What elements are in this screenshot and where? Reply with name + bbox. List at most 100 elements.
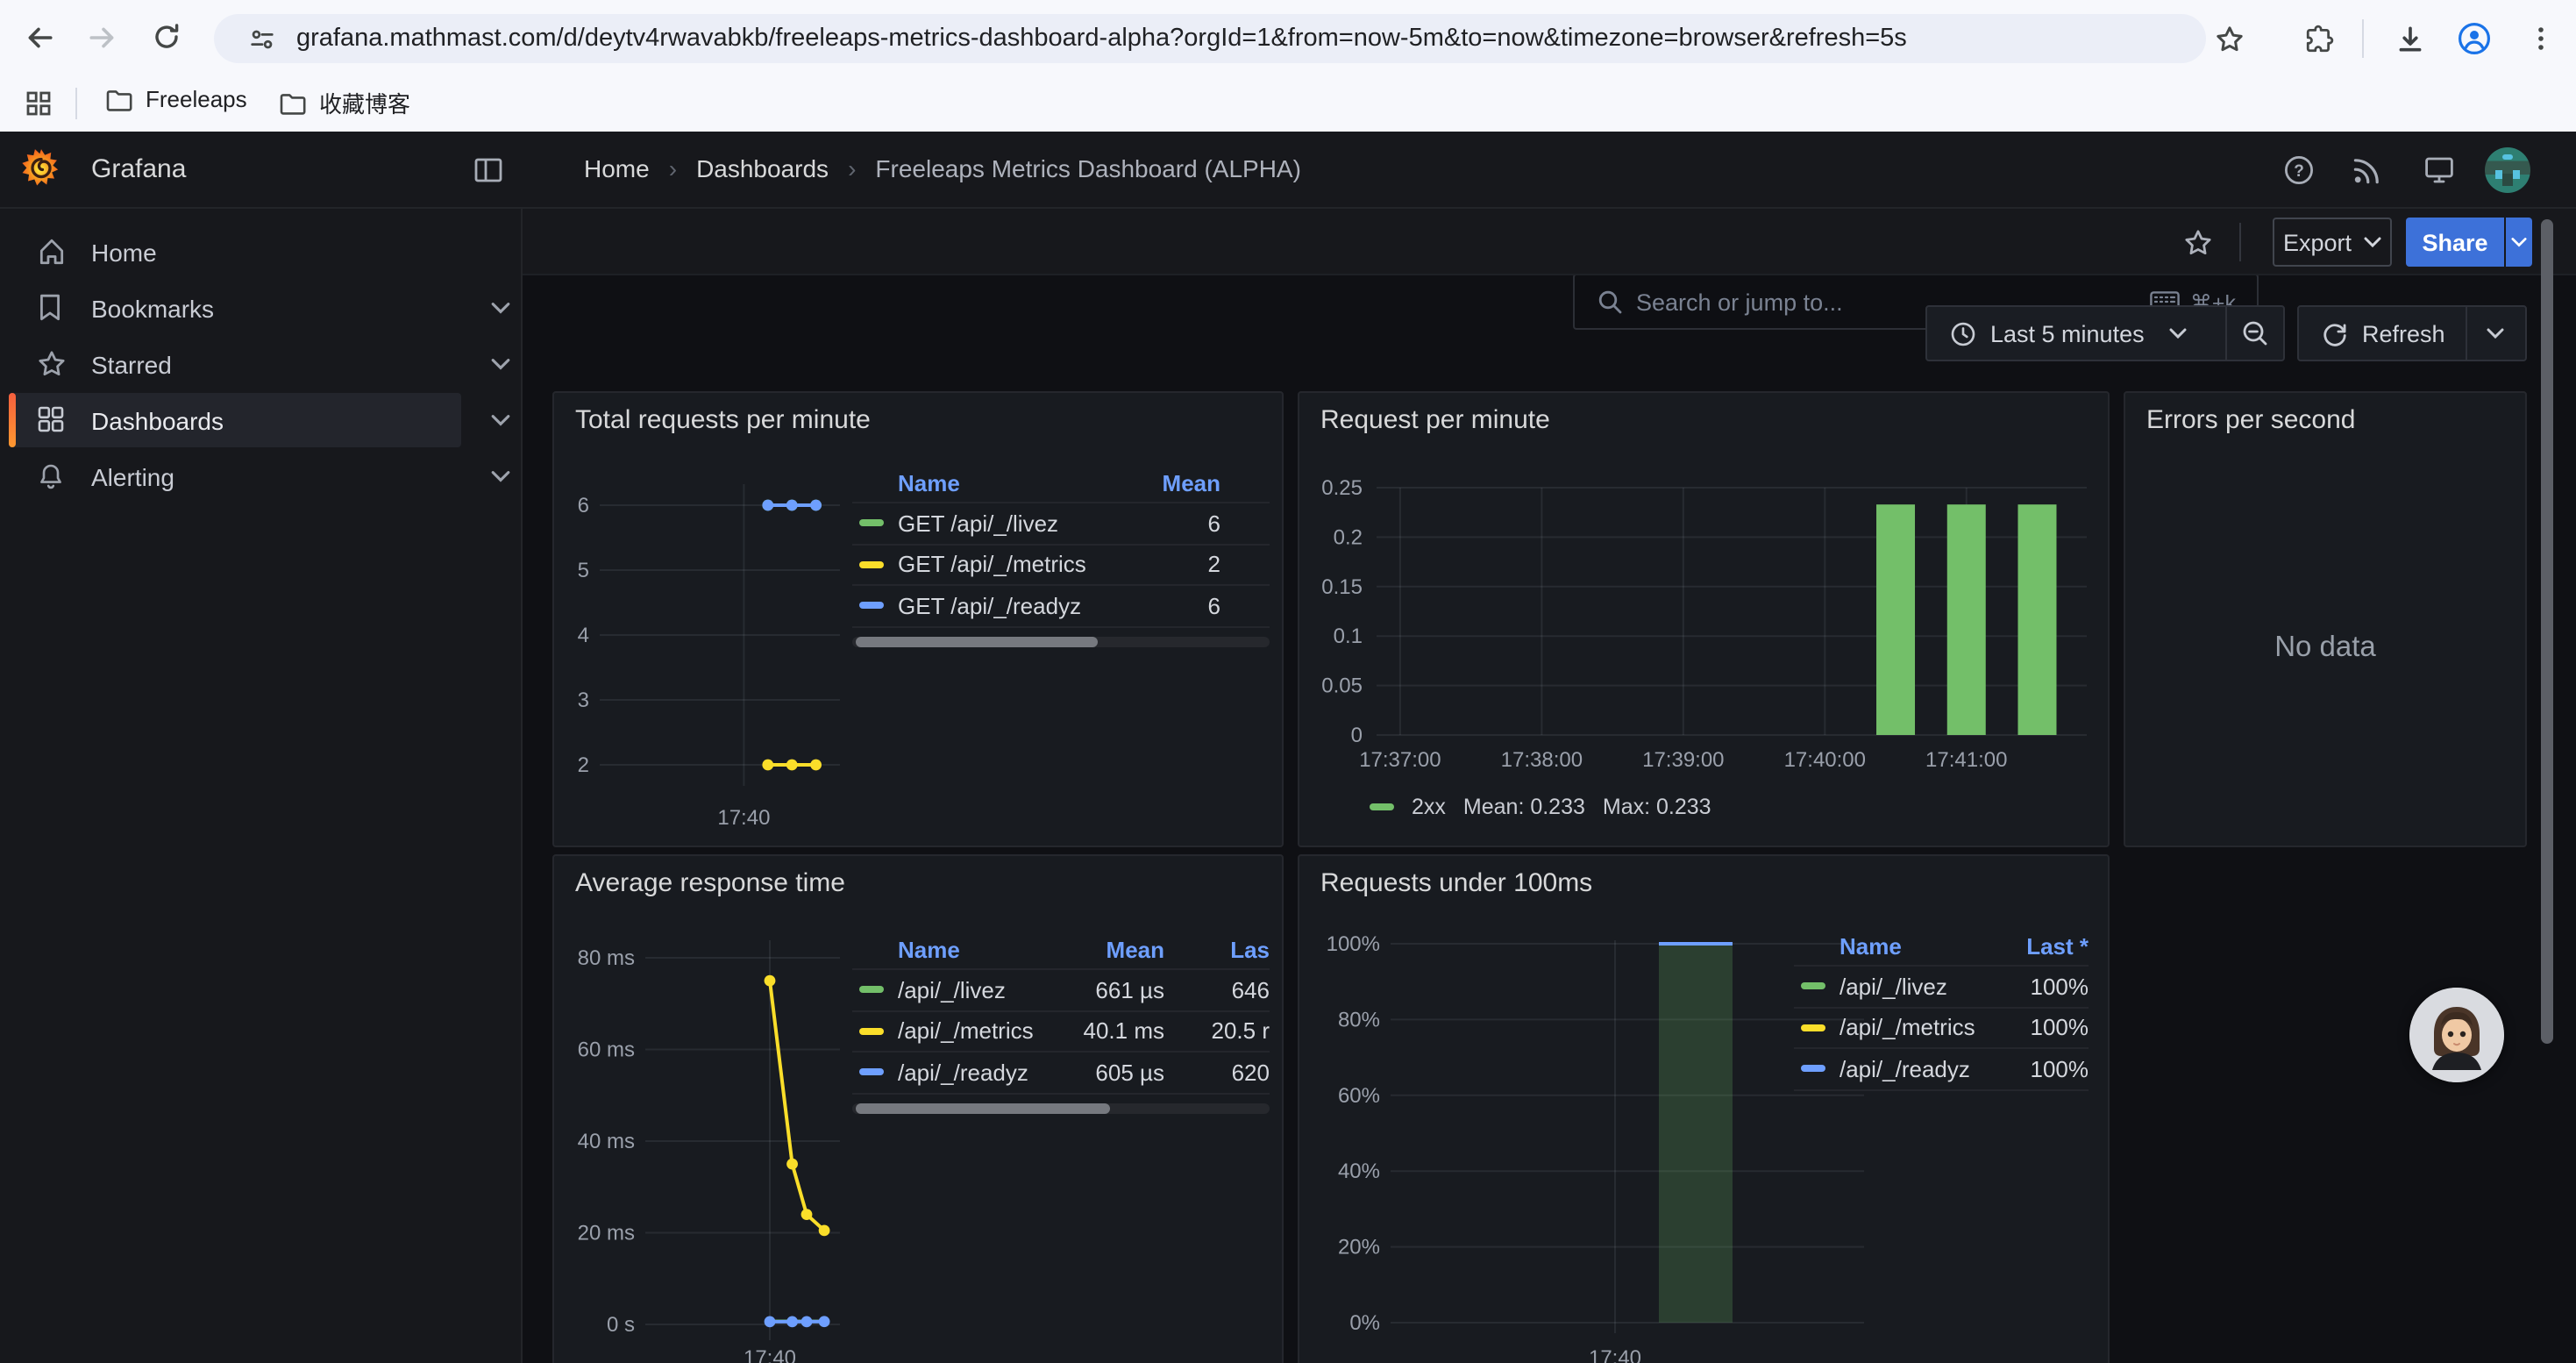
series-name[interactable]: /api/_/metrics [1839, 1015, 1990, 1041]
series-name[interactable]: GET /api/_/metrics [898, 552, 1140, 578]
profile-button[interactable] [2450, 14, 2499, 63]
time-controls: Last 5 minutes [1925, 305, 2285, 361]
breadcrumb-home[interactable]: Home [584, 154, 650, 182]
breadcrumb-dashboards[interactable]: Dashboards [696, 154, 829, 182]
share-dropdown-button[interactable] [2506, 218, 2532, 267]
svg-text:0.1: 0.1 [1334, 624, 1363, 648]
legend-table: NameMean GET /api/_/livez 6 GET /api/_/m… [852, 465, 1270, 627]
table-row[interactable]: /api/_/livez 661 µs 646 [852, 970, 1270, 1011]
svg-text:60%: 60% [1338, 1084, 1380, 1108]
table-row[interactable]: GET /api/_/readyz 6 [852, 586, 1270, 627]
monitor-icon [2423, 154, 2455, 186]
bookmark-star-button[interactable] [2204, 14, 2253, 63]
series-color-pill [859, 987, 884, 994]
series-name[interactable]: /api/_/livez [898, 977, 1063, 1003]
share-button[interactable]: Share [2406, 218, 2504, 267]
time-range-picker[interactable]: Last 5 minutes [1927, 320, 2226, 346]
series-name[interactable]: /api/_/metrics [898, 1018, 1063, 1045]
legend-series[interactable]: 2xx [1412, 795, 1446, 819]
column-name[interactable]: Name [898, 470, 1140, 496]
chevron-down-icon[interactable] [491, 358, 510, 370]
table-scrollbar[interactable] [852, 1103, 1270, 1114]
news-rss-button[interactable] [2352, 154, 2383, 186]
url-bar[interactable]: grafana.mathmast.com/d/deytv4rwavabkb/fr… [214, 14, 2206, 63]
panel-requests-under-100ms: Requests under 100ms 100%80%60%40%20%0%1… [1298, 854, 2110, 1363]
svg-text:?: ? [2294, 162, 2304, 181]
table-scrollbar[interactable] [852, 637, 1270, 647]
forward-button[interactable] [77, 12, 126, 61]
dashboard-toolbar: Export Share [523, 209, 2576, 275]
extensions-button[interactable] [2294, 14, 2343, 63]
refresh-button[interactable]: Refresh [2299, 320, 2465, 346]
star-icon [2214, 24, 2244, 54]
table-row[interactable]: /api/_/readyz 100% [1794, 1049, 2089, 1090]
column-mean[interactable]: Mean [1140, 470, 1220, 496]
series-name[interactable]: /api/_/livez [1839, 974, 1990, 1000]
back-button[interactable] [14, 12, 63, 61]
grafana-logo[interactable] [19, 147, 63, 191]
series-name[interactable]: GET /api/_/livez [898, 510, 1140, 537]
help-button[interactable]: ? [2283, 154, 2315, 186]
favorite-dashboard-button[interactable] [2183, 228, 2213, 258]
rss-icon [2352, 154, 2383, 186]
bar-chart[interactable]: 0.250.20.150.10.05017:37:0017:38:0017:39… [1299, 393, 2111, 849]
series-color-pill [859, 603, 884, 610]
legend-table-header: NameMeanLas [852, 931, 1270, 970]
column-mean[interactable]: Mean [1063, 937, 1164, 963]
sidebar-item-label: Home [91, 238, 157, 266]
toolbar-divider [2239, 223, 2241, 261]
series-last: 100% [1990, 974, 2089, 1000]
series-name[interactable]: /api/_/readyz [1839, 1056, 1990, 1082]
svg-text:20%: 20% [1338, 1236, 1380, 1260]
panel-total-requests-per-minute: Total requests per minute 6543217:40 Nam… [552, 391, 1284, 847]
series-mean: 605 µs [1063, 1060, 1164, 1086]
column-name[interactable]: Name [898, 937, 1063, 963]
sidebar-item-bookmarks[interactable]: Bookmarks [0, 281, 523, 335]
series-name[interactable]: /api/_/readyz [898, 1060, 1063, 1086]
table-row[interactable]: /api/_/livez 100% [1794, 967, 2089, 1008]
display-button[interactable] [2423, 154, 2455, 186]
bookmark-folder-freeleaps[interactable]: Freeleaps [105, 86, 247, 112]
chart-legend: 2xx Mean: 0.233 Max: 0.233 [1370, 795, 1711, 819]
series-mean: 6 [1140, 510, 1220, 537]
bookmark-label: Freeleaps [146, 86, 247, 112]
refresh-icon [2322, 320, 2348, 346]
svg-text:0.25: 0.25 [1321, 476, 1363, 500]
sidebar-item-dashboards[interactable]: Dashboards [0, 393, 523, 447]
site-info-icon[interactable] [237, 14, 286, 63]
screenshot-root: grafana.mathmast.com/d/deytv4rwavabkb/fr… [0, 0, 2576, 1363]
sidebar-item-starred[interactable]: Starred [0, 337, 523, 391]
sidebar-item-alerting[interactable]: Alerting [0, 449, 523, 503]
folder-icon [105, 87, 133, 111]
column-name[interactable]: Name [1839, 933, 1990, 960]
refresh-interval-dropdown[interactable] [2466, 328, 2525, 339]
clock-icon [1950, 320, 1976, 346]
chevron-down-icon[interactable] [491, 470, 510, 482]
series-name[interactable]: GET /api/_/readyz [898, 593, 1140, 619]
puzzle-icon [2303, 24, 2333, 54]
panel-title[interactable]: Errors per second [2146, 405, 2355, 435]
table-row[interactable]: /api/_/metrics 100% [1794, 1008, 2089, 1049]
reload-button[interactable] [142, 12, 191, 61]
bookmark-folder-blogs[interactable]: 收藏博客 [279, 86, 410, 119]
column-last[interactable]: Last * [1990, 933, 2089, 960]
table-row[interactable]: GET /api/_/metrics 2 [852, 545, 1270, 586]
chevron-down-icon[interactable] [491, 302, 510, 314]
browser-menu-button[interactable] [2516, 14, 2565, 63]
downloads-button[interactable] [2385, 14, 2434, 63]
column-last[interactable]: Las [1164, 937, 1270, 963]
floating-assistant-avatar[interactable] [2409, 988, 2504, 1082]
zoom-out-time-button[interactable] [2228, 319, 2283, 347]
table-row[interactable]: /api/_/readyz 605 µs 620 [852, 1053, 1270, 1094]
table-row[interactable]: GET /api/_/livez 6 [852, 503, 1270, 545]
sidebar-item-home[interactable]: Home [0, 225, 523, 279]
svg-text:17:39:00: 17:39:00 [1642, 748, 1724, 772]
apps-grid-button[interactable] [14, 79, 63, 128]
table-row[interactable]: /api/_/metrics 40.1 ms 20.5 r [852, 1011, 1270, 1053]
svg-text:2: 2 [578, 753, 589, 777]
sidebar-toggle-button[interactable] [473, 156, 503, 184]
export-button[interactable]: Export [2273, 218, 2392, 267]
chevron-down-icon[interactable] [491, 414, 510, 426]
user-avatar[interactable] [2485, 147, 2530, 193]
page-scrollbar[interactable] [2541, 219, 2553, 1044]
